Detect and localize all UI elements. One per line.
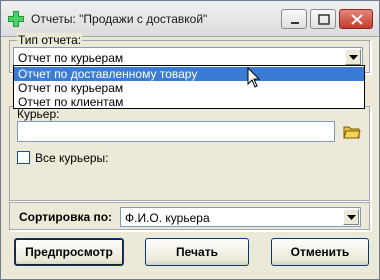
title-bar[interactable]: Отчеты: "Продажи с доставкой" [1, 1, 379, 37]
all-couriers-label: Все курьеры: [35, 151, 109, 165]
window-title: Отчеты: "Продажи с доставкой" [31, 12, 208, 26]
close-button[interactable] [339, 9, 373, 29]
courier-label: Курьер: [17, 107, 60, 121]
sort-label: Сортировка по: [19, 210, 113, 224]
sort-value: Ф.И.О. курьера [125, 211, 210, 225]
report-type-options-list: Отчет по доставленному товару Отчет по к… [13, 65, 365, 109]
maximize-icon [318, 14, 330, 25]
report-type-label: Тип отчета: [17, 33, 83, 47]
minimize-icon [291, 22, 299, 24]
mouse-cursor-icon [247, 67, 261, 88]
cancel-button[interactable]: Отменить [271, 238, 369, 266]
chevron-down-icon [349, 55, 358, 60]
folder-icon[interactable] [343, 124, 361, 140]
report-window: Отчеты: "Продажи с доставкой" Тип отчета… [0, 0, 380, 280]
report-type-value: Отчет по курьерам [18, 51, 124, 65]
sort-select[interactable]: Ф.И.О. курьера [120, 207, 361, 227]
close-icon [351, 14, 363, 25]
chevron-down-icon [347, 215, 356, 220]
maximize-button[interactable] [310, 9, 336, 29]
sort-dropdown-button[interactable] [343, 209, 359, 225]
report-type-select[interactable]: Отчет по курьерам [13, 47, 363, 67]
report-type-option[interactable]: Отчет по курьерам [14, 81, 364, 95]
preview-button[interactable]: Предпросмотр [14, 238, 124, 266]
courier-input[interactable] [17, 121, 335, 142]
minimize-button[interactable] [281, 9, 307, 29]
report-type-option[interactable]: Отчет по доставленному товару [14, 67, 364, 81]
print-button[interactable]: Печать [145, 238, 249, 266]
app-icon [8, 11, 24, 27]
all-couriers-checkbox[interactable] [17, 151, 30, 164]
report-type-option[interactable]: Отчет по клиентам [14, 95, 364, 109]
report-type-dropdown-button[interactable] [345, 49, 361, 65]
